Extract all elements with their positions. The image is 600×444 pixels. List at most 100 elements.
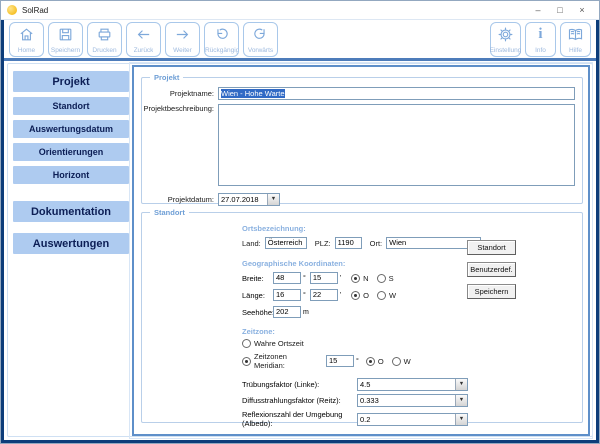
- minute-symbol: ': [340, 275, 341, 282]
- settings-button[interactable]: Einstellung: [490, 22, 521, 57]
- projekt-groupbox: Projekt Projektname: Wien - Hohe Warte P…: [141, 77, 583, 204]
- standort-groupbox: Standort Ortsbezeichnung: Land: Österrei…: [141, 212, 583, 423]
- printer-icon: [96, 26, 113, 44]
- projektbeschreibung-label: Projektbeschreibung:: [142, 104, 218, 113]
- breite-sued-radio[interactable]: [377, 274, 386, 283]
- window-controls: – □ ×: [527, 2, 593, 19]
- laenge-label: Länge:: [242, 291, 273, 300]
- zeitzone-section-label: Zeitzone:: [242, 327, 574, 336]
- seehoehe-unit: m: [303, 309, 309, 316]
- projektname-selected-text: Wien - Hohe Warte: [221, 89, 285, 98]
- maximize-button[interactable]: □: [549, 2, 571, 19]
- degree-symbol: °: [303, 275, 306, 282]
- speichern-standort-button[interactable]: Speichern: [467, 284, 516, 299]
- help-button[interactable]: Hilfe: [560, 22, 591, 57]
- window-title: SolRad: [22, 6, 48, 15]
- projektbeschreibung-input[interactable]: [218, 104, 575, 186]
- seehoehe-label: Seehöhe:: [242, 308, 273, 317]
- ort-label: Ort:: [370, 239, 383, 248]
- nord-label: N: [363, 274, 368, 283]
- meridian-ost-radio[interactable]: [366, 357, 375, 366]
- ost-label: O: [363, 291, 369, 300]
- meridian-west-radio[interactable]: [392, 357, 401, 366]
- standort-lookup-button[interactable]: Standort: [467, 240, 516, 255]
- gear-icon: [497, 26, 514, 44]
- sidebar-item-auswertungsdatum[interactable]: Auswertungsdatum: [13, 120, 129, 138]
- laenge-minuten-input[interactable]: 22: [310, 289, 338, 301]
- truebungsfaktor-dropdown[interactable]: 4.5 ▼: [357, 378, 468, 391]
- plz-label: PLZ:: [315, 239, 331, 248]
- sidebar-item-standort[interactable]: Standort: [13, 97, 129, 115]
- laenge-ost-radio[interactable]: [351, 291, 360, 300]
- projektdatum-label: Projektdatum:: [142, 195, 218, 204]
- sidebar-item-horizont[interactable]: Horizont: [13, 166, 129, 184]
- projektname-input[interactable]: Wien - Hohe Warte: [218, 87, 575, 100]
- sidebar-item-dokumentation[interactable]: Dokumentation: [13, 201, 129, 222]
- breite-nord-radio[interactable]: [351, 274, 360, 283]
- undo-icon: [213, 26, 230, 44]
- sidebar-item-projekt[interactable]: Projekt: [13, 71, 129, 92]
- home-icon: [18, 26, 35, 44]
- dropdown-arrow-icon[interactable]: ▼: [455, 414, 467, 425]
- benutzerdef-button[interactable]: Benutzerdef.: [467, 262, 516, 277]
- ost-label: O: [378, 357, 384, 366]
- degree-symbol: °: [356, 358, 359, 365]
- degree-symbol: °: [303, 292, 306, 299]
- breite-label: Breite:: [242, 274, 273, 283]
- print-button[interactable]: Drucken: [87, 22, 122, 57]
- zeitzonen-meridian-radio[interactable]: [242, 357, 251, 366]
- breite-minuten-input[interactable]: 15: [310, 272, 338, 284]
- redo-button[interactable]: Vorwärts: [243, 22, 278, 57]
- truebungsfaktor-value: 4.5: [358, 379, 455, 390]
- app-logo-icon: [7, 5, 17, 15]
- projektdatum-dropdown[interactable]: 27.07.2018 ▼: [218, 193, 280, 206]
- wahre-ortszeit-label: Wahre Ortszeit: [254, 339, 304, 348]
- projekt-group-title: Projekt: [150, 73, 183, 82]
- home-button[interactable]: Home: [9, 22, 44, 57]
- sued-label: S: [389, 274, 394, 283]
- breite-grad-input[interactable]: 48: [273, 272, 301, 284]
- albedo-dropdown[interactable]: 0.2 ▼: [357, 413, 468, 426]
- land-label: Land:: [242, 239, 261, 248]
- dropdown-arrow-icon[interactable]: ▼: [455, 395, 467, 406]
- save-button[interactable]: Speichern: [48, 22, 83, 57]
- undo-button[interactable]: Rückgängig: [204, 22, 239, 57]
- diffusstrahlungsfaktor-label: Diffusstrahlungsfaktor (Reitz):: [242, 396, 357, 405]
- koordinaten-section-label: Geographische Koordinaten:: [242, 259, 574, 268]
- land-input[interactable]: Österreich: [265, 237, 307, 249]
- diffusstrahlungsfaktor-dropdown[interactable]: 0.333 ▼: [357, 394, 468, 407]
- zeitzonen-meridian-label: Zeitzonen Meridian:: [254, 352, 318, 370]
- laenge-west-radio[interactable]: [377, 291, 386, 300]
- dropdown-arrow-icon[interactable]: ▼: [267, 194, 279, 205]
- projektname-label: Projektname:: [142, 89, 218, 98]
- ortsbezeichnung-section-label: Ortsbezeichnung:: [242, 224, 574, 233]
- arrow-left-icon: [135, 26, 152, 44]
- west-label: W: [389, 291, 396, 300]
- book-icon: [567, 26, 584, 44]
- forward-button[interactable]: Weiter: [165, 22, 200, 57]
- albedo-label: Reflexionszahl der Umgebung (Albedo):: [242, 410, 357, 428]
- laenge-grad-input[interactable]: 16: [273, 289, 301, 301]
- sidebar: Projekt Standort Auswertungsdatum Orient…: [13, 68, 129, 254]
- info-icon: i: [538, 26, 542, 44]
- info-button[interactable]: i Info: [525, 22, 556, 57]
- app-frame: Home Speichern Drucken Zurück: [1, 20, 599, 443]
- truebungsfaktor-label: Trübungsfaktor (Linke):: [242, 380, 357, 389]
- wahre-ortszeit-radio[interactable]: [242, 339, 251, 348]
- diffusstrahlungsfaktor-value: 0.333: [358, 395, 455, 406]
- plz-input[interactable]: 1190: [335, 237, 362, 249]
- toolbar: Home Speichern Drucken Zurück: [4, 20, 596, 61]
- arrow-right-icon: [174, 26, 191, 44]
- dropdown-arrow-icon[interactable]: ▼: [455, 379, 467, 390]
- close-button[interactable]: ×: [571, 2, 593, 19]
- seehoehe-input[interactable]: 202: [273, 306, 301, 318]
- save-icon: [57, 26, 74, 44]
- sidebar-item-auswertungen[interactable]: Auswertungen: [13, 233, 129, 254]
- meridian-input[interactable]: 15: [326, 355, 354, 367]
- albedo-value: 0.2: [358, 414, 455, 425]
- west-label: W: [404, 357, 411, 366]
- sidebar-item-orientierungen[interactable]: Orientierungen: [13, 143, 129, 161]
- minimize-button[interactable]: –: [527, 2, 549, 19]
- back-button[interactable]: Zurück: [126, 22, 161, 57]
- app-window: SolRad – □ × Home Speichern: [0, 0, 600, 444]
